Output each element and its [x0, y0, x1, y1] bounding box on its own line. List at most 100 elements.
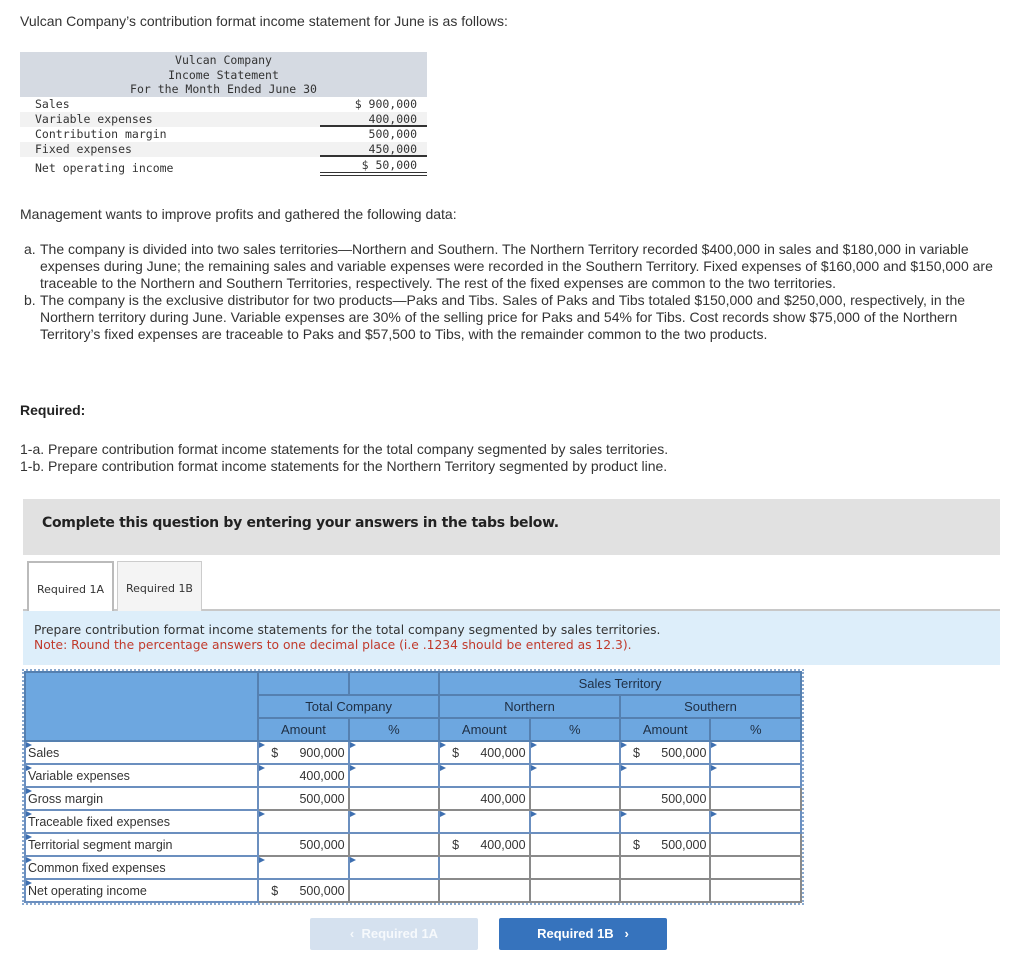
dollar-sign: $: [271, 745, 279, 760]
total-amount-input[interactable]: 400,000: [257, 763, 350, 788]
row-label-input[interactable]: Traceable fixed expenses: [23, 809, 260, 834]
segmented-income-table: Sales Territory Total Company Northern S…: [23, 671, 802, 903]
southern-percent-input[interactable]: [709, 809, 802, 834]
row-label-input[interactable]: Net operating income: [23, 878, 260, 903]
cell-value: 900,000: [299, 745, 345, 760]
total-percent-cell: [347, 786, 441, 811]
item-label: a.: [24, 241, 36, 257]
table-row: Common fixed expenses: [23, 855, 802, 880]
total-percent-input[interactable]: [347, 763, 441, 788]
total-amount-input[interactable]: [257, 809, 350, 834]
southern-amount-cell: $500,000: [618, 832, 712, 857]
row-value: 500,000: [368, 127, 417, 141]
southern-amount-cell: [618, 878, 712, 903]
required-heading: Required:: [20, 402, 86, 418]
cell-value: 500,000: [299, 791, 345, 806]
header-amount: Amount: [257, 717, 350, 742]
southern-amount-input[interactable]: [618, 763, 712, 788]
total-percent-cell: [347, 878, 441, 903]
tab-bar: Required 1A Required 1B: [27, 561, 202, 613]
northern-percent-input[interactable]: [528, 763, 622, 788]
table-row: Variable expenses 400,000: [23, 763, 802, 788]
requirement-1a: 1-a. Prepare contribution format income …: [20, 441, 669, 457]
total-percent-cell: [347, 832, 441, 857]
northern-percent-cell: [528, 878, 622, 903]
row-label-input[interactable]: Variable expenses: [23, 763, 260, 788]
requirement-1b: 1-b. Prepare contribution format income …: [20, 458, 668, 474]
southern-percent-cell: [709, 878, 802, 903]
northern-percent-input[interactable]: [528, 809, 622, 834]
row-label-input[interactable]: Common fixed expenses: [23, 855, 260, 880]
statement-header: Vulcan Company Income Statement For the …: [20, 52, 427, 97]
statement-title: Income Statement: [168, 67, 279, 82]
prev-button[interactable]: ‹ Required 1A: [310, 918, 478, 950]
cell-value: 500,000: [299, 837, 345, 852]
total-percent-input[interactable]: [347, 855, 441, 880]
income-statement-grid: Sales Territory Total Company Northern S…: [22, 669, 804, 905]
total-amount-input[interactable]: [257, 855, 350, 880]
header-blank: [257, 671, 350, 696]
cell-value: 400,000: [299, 768, 345, 783]
tab-required-1a[interactable]: Required 1A: [27, 561, 114, 613]
prev-label: Required 1A: [361, 926, 439, 941]
list-item: b. The company is the exclusive distribu…: [20, 292, 1010, 343]
row-label-input[interactable]: Territorial segment margin: [23, 832, 260, 857]
statement-row: Fixed expenses 450,000: [20, 142, 427, 157]
header-southern: Southern: [619, 694, 802, 719]
northern-percent-cell: [528, 832, 622, 857]
northern-percent-input[interactable]: [528, 740, 622, 765]
southern-amount-input[interactable]: $500,000: [618, 740, 712, 765]
row-label: Variable expenses: [35, 112, 153, 126]
northern-amount-input[interactable]: [438, 809, 531, 834]
list-item: a. The company is divided into two sales…: [20, 241, 1010, 292]
cell-value: 400,000: [480, 745, 526, 760]
total-amount-cell: $500,000: [257, 878, 350, 903]
southern-percent-input[interactable]: [709, 740, 802, 765]
row-label-input[interactable]: Gross margin: [23, 786, 260, 811]
row-label: Fixed expenses: [35, 142, 132, 156]
tab-instructions: Prepare contribution format income state…: [23, 611, 1000, 665]
header-blank: [347, 671, 441, 696]
total-amount-input[interactable]: $900,000: [257, 740, 350, 765]
underline: [320, 155, 427, 157]
instruction-text: Prepare contribution format income state…: [34, 623, 661, 637]
row-label-input[interactable]: Sales: [23, 740, 260, 765]
header-northern: Northern: [438, 694, 621, 719]
dollar-sign: $: [633, 837, 640, 852]
table-row: Gross margin 500,000 400,000 500,000: [23, 786, 802, 811]
southern-percent-cell: [709, 832, 802, 857]
header-percent: %: [528, 717, 622, 742]
total-percent-input[interactable]: [347, 740, 441, 765]
header-percent: %: [347, 717, 441, 742]
statement-period: For the Month Ended June 30: [130, 82, 317, 96]
header-total-company: Total Company: [257, 694, 441, 719]
intro-text: Vulcan Company’s contribution format inc…: [20, 13, 508, 29]
tab-required-1b[interactable]: Required 1B: [116, 561, 202, 611]
southern-percent-input[interactable]: [709, 763, 802, 788]
southern-amount-input[interactable]: [618, 809, 712, 834]
instructions-banner: Complete this question by entering your …: [23, 499, 1000, 555]
data-list: a. The company is divided into two sales…: [20, 241, 1010, 343]
northern-amount-input[interactable]: [438, 763, 531, 788]
row-label: Net operating income: [35, 161, 174, 175]
company-name: Vulcan Company: [175, 53, 272, 67]
header-amount: Amount: [438, 717, 531, 742]
statement-row: Net operating income $ 50,000: [20, 158, 427, 176]
northern-amount-cell: $400,000: [438, 832, 531, 857]
northern-amount-cell: 400,000: [438, 786, 531, 811]
northern-percent-cell: [528, 855, 622, 880]
chevron-right-icon: ›: [624, 926, 629, 941]
dollar-sign: $: [452, 837, 460, 852]
statement-row: Contribution margin 500,000: [20, 127, 427, 142]
northern-amount-cell: [438, 878, 531, 903]
next-button[interactable]: Required 1B ›: [499, 918, 667, 950]
cell-value: 500,000: [661, 837, 707, 852]
rounding-note: Note: Round the percentage answers to on…: [34, 638, 632, 652]
cell-value: 500,000: [661, 791, 707, 806]
northern-percent-cell: [528, 786, 622, 811]
banner-text: Complete this question by entering your …: [42, 515, 559, 531]
header-amount: Amount: [618, 717, 712, 742]
total-percent-input[interactable]: [347, 809, 441, 834]
northern-amount-input[interactable]: $400,000: [438, 740, 531, 765]
table-row: Traceable fixed expenses: [23, 809, 802, 834]
